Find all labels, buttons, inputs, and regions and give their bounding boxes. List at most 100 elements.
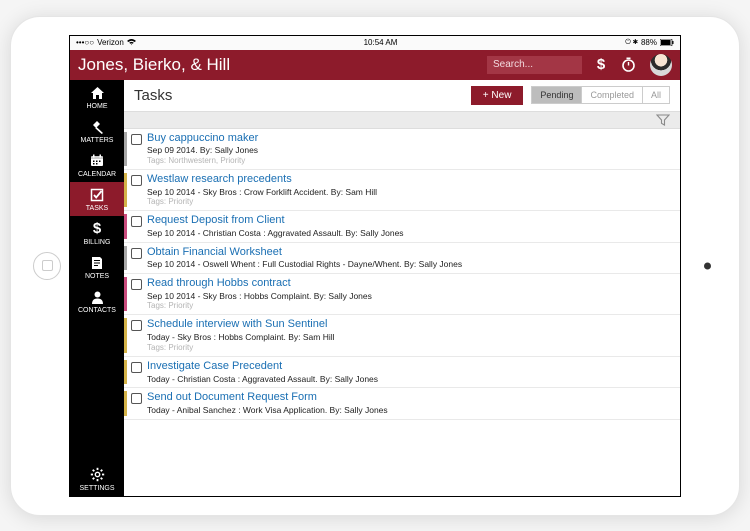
task-row[interactable]: Read through Hobbs contractSep 10 2014 -… — [124, 274, 680, 315]
sidebar-item-label: HOME — [87, 103, 108, 110]
sidebar-item-settings[interactable]: SETTINGS — [70, 462, 124, 496]
main-header: Tasks + New Pending Completed All — [124, 80, 680, 111]
screen: •••○○ Verizon 10:54 AM ⏻ ✱ 88% Jones, Bi… — [69, 35, 681, 497]
task-meta: Sep 10 2014 - Sky Bros : Crow Forklift A… — [147, 187, 674, 198]
filter-all[interactable]: All — [643, 87, 669, 103]
task-row[interactable]: Buy cappuccino makerSep 09 2014. By: Sal… — [124, 129, 680, 170]
avatar[interactable] — [650, 54, 672, 76]
timer-icon[interactable] — [620, 56, 642, 73]
sidebar-item-label: MATTERS — [81, 137, 114, 144]
task-meta: Sep 10 2014 - Sky Bros : Hobbs Complaint… — [147, 291, 674, 302]
task-row[interactable]: Obtain Financial WorksheetSep 10 2014 - … — [124, 243, 680, 274]
task-title[interactable]: Request Deposit from Client — [147, 214, 674, 228]
home-icon — [90, 85, 105, 101]
task-title[interactable]: Schedule interview with Sun Sentinel — [147, 318, 674, 332]
task-body: Westlaw research precedentsSep 10 2014 -… — [142, 173, 674, 207]
filter-bar — [124, 111, 680, 129]
main-panel: Tasks + New Pending Completed All Buy ca… — [124, 80, 680, 496]
task-meta: Today - Anibal Sanchez : Work Visa Appli… — [147, 405, 674, 416]
task-body: Schedule interview with Sun SentinelToda… — [142, 318, 674, 352]
battery-percent: 88% — [641, 38, 657, 47]
task-meta: Sep 10 2014 - Oswell Whent : Full Custod… — [147, 259, 674, 270]
wifi-icon — [127, 39, 136, 46]
task-checkbox[interactable] — [131, 393, 142, 404]
search-input[interactable] — [487, 56, 582, 74]
priority-stripe — [124, 277, 127, 311]
priority-stripe — [124, 132, 127, 166]
sidebar: HOME MATTERS CALENDAR — [70, 80, 124, 496]
task-title[interactable]: Read through Hobbs contract — [147, 277, 674, 291]
sidebar-item-label: CONTACTS — [78, 307, 116, 314]
sidebar-item-label: TASKS — [86, 205, 108, 212]
battery-icon — [660, 39, 674, 46]
priority-stripe — [124, 214, 127, 238]
task-checkbox[interactable] — [131, 216, 142, 227]
sidebar-item-tasks[interactable]: TASKS — [70, 182, 124, 216]
sidebar-item-notes[interactable]: NOTES — [70, 250, 124, 284]
sidebar-item-label: CALENDAR — [78, 171, 116, 178]
task-list[interactable]: Buy cappuccino makerSep 09 2014. By: Sal… — [124, 129, 680, 496]
note-icon — [91, 255, 103, 271]
task-checkbox[interactable] — [131, 175, 142, 186]
status-bar: •••○○ Verizon 10:54 AM ⏻ ✱ 88% — [70, 36, 680, 50]
task-checkbox[interactable] — [131, 248, 142, 259]
app-header: Jones, Bierko, & Hill $ — [70, 50, 680, 80]
dollar-icon: $ — [93, 221, 101, 237]
sidebar-item-calendar[interactable]: CALENDAR — [70, 148, 124, 182]
task-title[interactable]: Obtain Financial Worksheet — [147, 246, 674, 260]
task-body: Request Deposit from ClientSep 10 2014 -… — [142, 214, 674, 238]
filter-completed[interactable]: Completed — [582, 87, 643, 103]
sidebar-item-label: SETTINGS — [79, 485, 114, 492]
task-row[interactable]: Send out Document Request FormToday - An… — [124, 388, 680, 419]
signal-dots-icon: •••○○ — [76, 38, 94, 47]
task-body: Buy cappuccino makerSep 09 2014. By: Sal… — [142, 132, 674, 166]
priority-stripe — [124, 391, 127, 415]
bluetooth-icon: ⏻ ✱ — [625, 39, 638, 47]
priority-stripe — [124, 246, 127, 270]
task-meta: Today - Christian Costa : Aggravated Ass… — [147, 374, 674, 385]
task-body: Obtain Financial WorksheetSep 10 2014 - … — [142, 246, 674, 270]
clock-label: 10:54 AM — [364, 38, 398, 47]
check-square-icon — [90, 187, 104, 203]
task-body: Send out Document Request FormToday - An… — [142, 391, 674, 415]
device-home-button[interactable] — [33, 252, 61, 280]
carrier-label: Verizon — [97, 38, 124, 47]
task-row[interactable]: Schedule interview with Sun SentinelToda… — [124, 315, 680, 356]
task-row[interactable]: Westlaw research precedentsSep 10 2014 -… — [124, 170, 680, 211]
sidebar-item-home[interactable]: HOME — [70, 80, 124, 114]
task-title[interactable]: Westlaw research precedents — [147, 173, 674, 187]
task-checkbox[interactable] — [131, 320, 142, 331]
task-title[interactable]: Send out Document Request Form — [147, 391, 674, 405]
task-tags: Tags: Priority — [147, 343, 674, 353]
task-meta: Sep 09 2014. By: Sally Jones — [147, 145, 674, 156]
task-tags: Tags: Priority — [147, 301, 674, 311]
task-tags: Tags: Northwestern, Priority — [147, 156, 674, 166]
task-row[interactable]: Request Deposit from ClientSep 10 2014 -… — [124, 211, 680, 242]
task-title[interactable]: Buy cappuccino maker — [147, 132, 674, 146]
task-checkbox[interactable] — [131, 134, 142, 145]
task-title[interactable]: Investigate Case Precedent — [147, 360, 674, 374]
sidebar-item-billing[interactable]: $ BILLING — [70, 216, 124, 250]
new-task-button[interactable]: + New — [471, 86, 524, 105]
task-body: Investigate Case PrecedentToday - Christ… — [142, 360, 674, 384]
sidebar-item-matters[interactable]: MATTERS — [70, 114, 124, 148]
task-checkbox[interactable] — [131, 279, 142, 290]
priority-stripe — [124, 173, 127, 207]
billing-shortcut-icon[interactable]: $ — [590, 56, 612, 73]
task-tags: Tags: Priority — [147, 197, 674, 207]
priority-stripe — [124, 318, 127, 352]
ipad-frame: •••○○ Verizon 10:54 AM ⏻ ✱ 88% Jones, Bi… — [10, 16, 740, 516]
funnel-icon[interactable] — [656, 114, 670, 126]
priority-stripe — [124, 360, 127, 384]
sidebar-item-contacts[interactable]: CONTACTS — [70, 284, 124, 318]
task-meta: Today - Sky Bros : Hobbs Complaint. By: … — [147, 332, 674, 343]
task-row[interactable]: Investigate Case PrecedentToday - Christ… — [124, 357, 680, 388]
sidebar-item-label: NOTES — [85, 273, 109, 280]
task-checkbox[interactable] — [131, 362, 142, 373]
filter-pending[interactable]: Pending — [532, 87, 582, 103]
device-camera — [704, 262, 711, 269]
gavel-icon — [90, 119, 105, 135]
task-body: Read through Hobbs contractSep 10 2014 -… — [142, 277, 674, 311]
gear-icon — [90, 467, 105, 483]
task-filter-segment: Pending Completed All — [531, 86, 670, 104]
